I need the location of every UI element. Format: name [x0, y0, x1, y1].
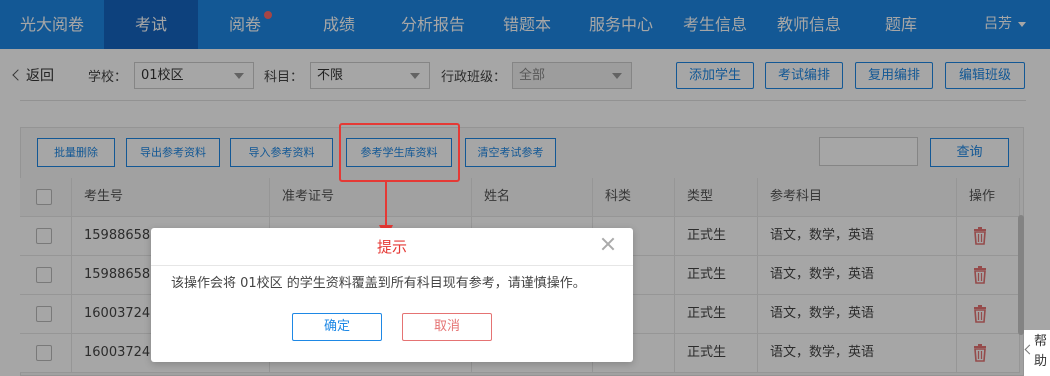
dialog-title: 提示 [151, 228, 633, 266]
help-widget[interactable]: 帮助 [1024, 330, 1050, 376]
confirm-button[interactable]: 确定 [292, 313, 382, 341]
help-label: 帮助 [1034, 334, 1048, 369]
close-icon[interactable] [601, 237, 615, 251]
dialog-message: 该操作会将 01校区 的学生资料覆盖到所有科目现有参考，请谨慎操作。 [171, 276, 586, 291]
chevron-left-icon [1024, 344, 1035, 355]
confirm-dialog: 提示 该操作会将 01校区 的学生资料覆盖到所有科目现有参考，请谨慎操作。 确定… [151, 228, 633, 362]
annotation-highlight-box [339, 123, 460, 182]
cancel-button[interactable]: 取消 [402, 313, 492, 341]
